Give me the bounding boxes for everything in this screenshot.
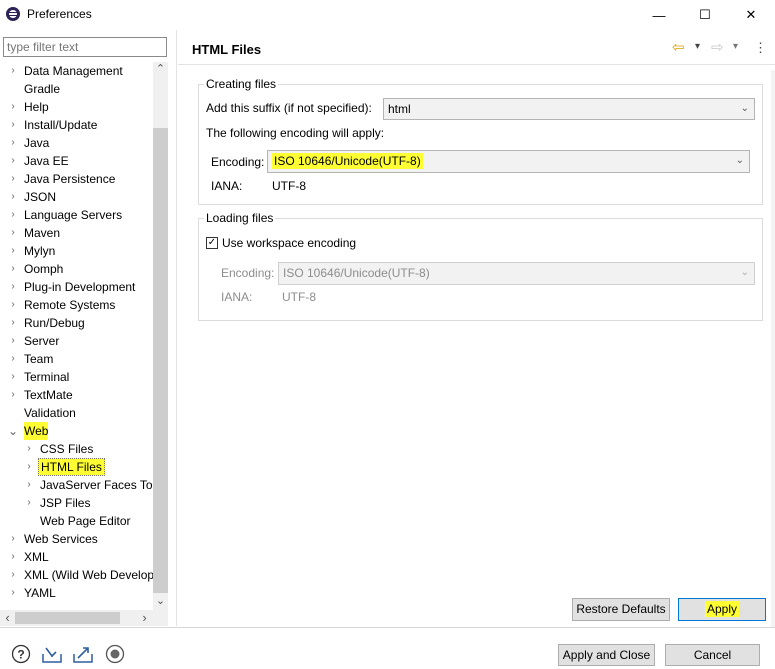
chevron-right-icon[interactable]: › (8, 278, 18, 296)
maximize-button[interactable]: ☐ (682, 0, 728, 30)
chevron-right-icon[interactable]: › (8, 242, 18, 260)
loading-iana-value: UTF-8 (282, 290, 316, 304)
chevron-right-icon[interactable]: › (8, 584, 18, 602)
chevron-right-icon[interactable]: › (8, 260, 18, 278)
record-icon[interactable] (104, 643, 126, 665)
svg-text:?: ? (17, 648, 24, 662)
chevron-right-icon[interactable]: › (8, 530, 18, 548)
app-icon (6, 7, 20, 21)
chevron-down-icon[interactable]: ⌄ (8, 422, 18, 440)
chevron-right-icon[interactable]: › (8, 134, 18, 152)
close-button[interactable]: ✕ (728, 0, 774, 30)
encoding-note: The following encoding will apply: (206, 126, 385, 140)
chevron-right-icon[interactable]: › (24, 494, 34, 512)
chevron-right-icon[interactable]: › (8, 566, 18, 584)
workspace-encoding-label: Use workspace encoding (222, 236, 357, 250)
footer-separator (0, 627, 775, 628)
loading-encoding-select[interactable]: ISO 10646/Unicode(UTF-8) ⌄ (278, 262, 755, 285)
header-separator (178, 64, 775, 65)
forward-dropdown-icon[interactable]: ▾ (733, 41, 738, 52)
tree-horizontal-scroll-thumb[interactable] (15, 612, 120, 624)
chevron-down-icon: ⌄ (740, 267, 749, 278)
chevron-right-icon[interactable]: › (8, 224, 18, 242)
import-icon[interactable] (41, 643, 63, 665)
chevron-right-icon[interactable]: › (8, 152, 18, 170)
chevron-right-icon[interactable]: › (24, 476, 34, 494)
back-icon[interactable]: ⇦ (672, 38, 685, 56)
chevron-right-icon[interactable]: › (8, 206, 18, 224)
back-dropdown-icon[interactable]: ▾ (695, 41, 700, 52)
encoding-select[interactable]: ISO 10646/Unicode(UTF-8) ⌄ (267, 150, 750, 173)
scroll-left-icon[interactable]: ‹ (0, 610, 15, 626)
encoding-label: Encoding: (211, 155, 265, 169)
suffix-select[interactable]: html ⌄ (383, 98, 755, 120)
apply-and-close-button[interactable]: Apply and Close (558, 644, 655, 666)
chevron-right-icon[interactable]: › (8, 170, 18, 188)
minimize-button[interactable]: — (636, 0, 682, 30)
chevron-right-icon[interactable]: › (8, 62, 18, 80)
page-title: HTML Files (192, 42, 262, 57)
chevron-right-icon[interactable]: › (8, 368, 18, 386)
chevron-right-icon[interactable]: › (8, 314, 18, 332)
page-scrollbar[interactable] (771, 70, 775, 627)
apply-button[interactable]: Apply (678, 598, 766, 621)
chevron-right-icon[interactable]: › (8, 332, 18, 350)
chevron-down-icon[interactable]: ⌄ (736, 151, 744, 171)
preferences-tree: › Data Management Gradle › Help › Install/U… (8, 62, 153, 602)
scroll-down-icon[interactable]: ⌄ (153, 594, 168, 610)
chevron-down-icon[interactable]: ⌄ (741, 99, 749, 119)
restore-defaults-button[interactable]: Restore Defaults (572, 598, 670, 621)
help-icon[interactable]: ? (10, 643, 32, 665)
export-icon[interactable] (72, 643, 94, 665)
workspace-encoding-checkbox[interactable]: ✓ (206, 237, 218, 249)
chevron-right-icon[interactable]: › (24, 458, 34, 476)
chevron-right-icon[interactable]: › (8, 188, 18, 206)
chevron-right-icon[interactable]: › (8, 548, 18, 566)
tree-vertical-scroll-thumb[interactable] (153, 128, 168, 593)
loading-iana-label: IANA: (221, 290, 253, 304)
chevron-right-icon[interactable]: › (24, 440, 34, 458)
chevron-right-icon[interactable]: › (8, 98, 18, 116)
filter-input[interactable] (3, 37, 167, 57)
window-title: Preferences (27, 7, 92, 21)
chevron-right-icon[interactable]: › (8, 116, 18, 134)
scroll-up-icon[interactable]: ⌃ (153, 62, 168, 78)
chevron-right-icon[interactable]: › (8, 386, 18, 404)
iana-label: IANA: (211, 179, 243, 193)
creating-files-label: Creating files (204, 77, 279, 91)
forward-icon[interactable]: ⇨ (711, 38, 724, 56)
chevron-right-icon[interactable]: › (8, 350, 18, 368)
suffix-label: Add this suffix (if not specified): (206, 101, 372, 115)
view-menu-icon[interactable]: ⋮ (754, 40, 767, 56)
scroll-right-icon[interactable]: › (137, 610, 152, 626)
chevron-right-icon[interactable]: › (8, 296, 18, 314)
iana-value: UTF-8 (272, 179, 306, 193)
loading-files-label: Loading files (204, 211, 276, 225)
loading-encoding-label: Encoding: (221, 266, 275, 280)
cancel-button[interactable]: Cancel (665, 644, 760, 666)
pane-divider[interactable] (176, 30, 177, 626)
